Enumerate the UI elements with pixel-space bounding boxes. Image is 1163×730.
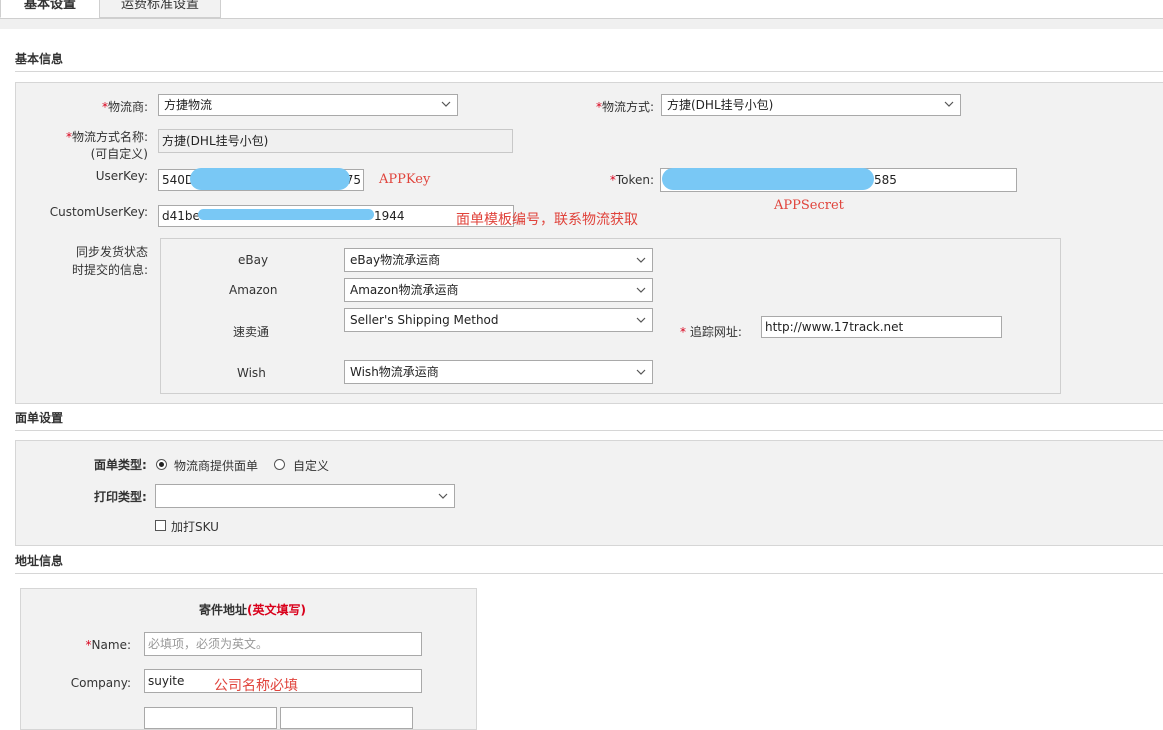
userkey-label: UserKey: [95,169,148,183]
aliexpress-carrier-select[interactable]: Seller's Shipping Method [344,308,653,332]
radio-carrier-label[interactable] [156,459,167,470]
address-info-title: 地址信息 [15,554,64,568]
appkey-annotation: APPKey [379,172,431,187]
amazon-carrier-select[interactable]: Amazon物流承运商 [344,278,653,302]
basic-info-title: 基本信息 [15,52,64,66]
print-type-select[interactable] [155,484,455,508]
carrier-label: *物流商: [101,100,148,114]
chevron-down-icon [636,317,646,323]
method-label: *物流方式: [595,100,654,114]
section-divider [15,573,1163,574]
print-type-label: 打印类型: [94,490,147,504]
name-input[interactable]: 必填项，必须为英文。 [144,632,422,656]
ebay-carrier-select[interactable]: eBay物流承运商 [344,248,653,272]
carrier-select[interactable]: 方捷物流 [158,94,458,116]
method-name-label: *物流方式名称: (可自定义) [65,130,148,161]
redaction-mask [190,168,350,190]
method-select[interactable]: 方捷(DHL挂号小包) [661,94,961,116]
company-annotation: 公司名称必填 [214,678,298,694]
platform-wish-label: Wish [237,366,266,380]
sender-address-title: 寄件地址(英文填写) [199,603,306,617]
radio-carrier-label-text: 物流商提供面单 [174,459,259,473]
chevron-down-icon [636,257,646,263]
tab-freight-settings[interactable]: 运费标准设置 [99,0,221,18]
address-field-partial[interactable] [144,707,277,729]
tracking-url-input[interactable]: http://www.17track.net [761,316,1002,338]
method-name-input[interactable]: 方捷(DHL挂号小包) [158,129,513,153]
name-label: *Name: [85,638,131,652]
wish-carrier-select[interactable]: Wish物流承运商 [344,360,653,384]
tracking-url-label: * 追踪网址: [680,325,742,339]
customuserkey-label: CustomUserKey: [49,205,148,219]
redaction-mask [198,209,374,220]
print-sku-checkbox[interactable] [155,520,166,531]
company-label: Company: [70,676,131,690]
tabs-divider-strip [0,19,1163,29]
label-type-label: 面单类型: [94,458,147,472]
address-field-partial[interactable] [280,707,413,729]
appsecret-annotation: APPSecret [774,198,844,213]
section-divider [15,430,1163,431]
token-label: *Token: [609,173,654,187]
radio-custom-label[interactable] [274,459,285,470]
tab-basic-settings[interactable]: 基本设置 [0,0,100,18]
redaction-mask [662,168,874,190]
platform-amazon-label: Amazon [229,283,278,297]
chevron-down-icon [441,101,451,107]
label-settings-title: 面单设置 [15,411,64,425]
section-divider [15,71,1163,72]
template-annotation: 面单模板编号，联系物流获取 [456,212,638,228]
platform-ebay-label: eBay [238,253,269,267]
chevron-down-icon [636,369,646,375]
platform-aliexpress-label: 速卖通 [233,325,270,339]
print-sku-label: 加打SKU [171,520,219,534]
radio-custom-label-text: 自定义 [293,459,330,473]
chevron-down-icon [636,287,646,293]
chevron-down-icon [438,493,448,499]
sync-label: 同步发货状态 时提交的信息: [71,245,148,277]
chevron-down-icon [944,101,954,107]
